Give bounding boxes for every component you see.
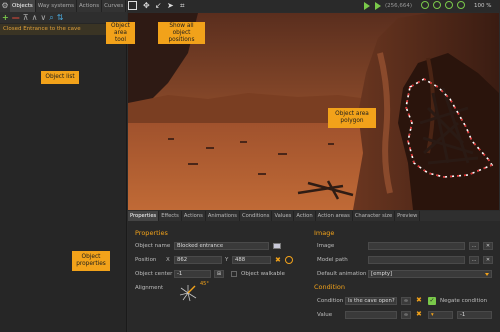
negate-label: Negate condition <box>440 298 488 304</box>
tab-preview[interactable]: Preview <box>395 211 421 221</box>
tab-effects[interactable]: Effects <box>159 211 182 221</box>
walkable-checkbox[interactable] <box>231 271 237 277</box>
tab-properties[interactable]: Properties <box>128 211 160 221</box>
properties-panel: Properties Object name Blocked entrance … <box>128 221 500 332</box>
left-tab-bar: ⚙ Objects Way systems Actions Curves <box>0 0 127 12</box>
y-label: Y <box>225 257 229 263</box>
tab-values[interactable]: Values <box>272 211 295 221</box>
sort-icon[interactable]: ⇅ <box>57 13 64 23</box>
chevron-down-icon: ▾ <box>431 312 434 318</box>
center-picker-icon[interactable]: ⊞ <box>214 270 224 278</box>
position-label: Position <box>135 257 157 263</box>
play-icon[interactable] <box>364 2 370 10</box>
x-label: X <box>166 257 170 263</box>
tab-conditions[interactable]: Conditions <box>240 211 273 221</box>
compare-operator-select[interactable]: ▾ <box>428 311 453 319</box>
zoom-in-icon[interactable] <box>421 1 429 9</box>
model-path-clear-button[interactable]: ✕ <box>483 256 493 264</box>
tab-objects[interactable]: Objects <box>10 0 36 12</box>
model-path-label: Model path <box>317 257 348 263</box>
tab-action[interactable]: Action <box>294 211 316 221</box>
alignment-angle: 45° <box>200 281 209 287</box>
condition-link-button[interactable]: ∞ <box>401 297 411 305</box>
property-tab-bar: Properties Effects Actions Animations Co… <box>128 211 500 221</box>
object-name-label: Object name <box>135 243 171 249</box>
object-center-field[interactable]: -1 <box>174 270 211 278</box>
walkable-label: Object walkable <box>241 271 285 277</box>
crop-icon[interactable]: ⌗ <box>180 0 185 12</box>
pointer-icon[interactable]: ➤ <box>167 0 174 12</box>
move-top-icon[interactable]: ⊼ <box>23 13 29 23</box>
default-animation-label: Default animation <box>317 271 367 277</box>
compare-value-field[interactable]: -1 <box>457 311 492 319</box>
alignment-label: Alignment <box>135 285 164 291</box>
default-animation-select[interactable]: [empty] <box>368 270 492 278</box>
callout-object-properties: Object properties <box>72 251 110 271</box>
properties-heading: Properties <box>135 229 168 237</box>
condition-heading: Condition <box>314 283 346 291</box>
zoom-level: 100 % <box>474 3 492 9</box>
play-selected-icon[interactable] <box>375 2 381 10</box>
image-browse-button[interactable]: ... <box>469 242 479 250</box>
object-area-tool-icon[interactable] <box>128 1 137 10</box>
object-name-field[interactable]: Blocked entrance <box>174 242 269 250</box>
position-y-field[interactable]: 488 <box>232 256 271 264</box>
clear-value-icon[interactable]: ✖ <box>416 310 422 318</box>
scene-toolbar: ✥ ↙ ➤ ⌗ (256,664) 100 % <box>127 0 500 12</box>
gear-icon[interactable]: ⚙ <box>0 0 10 12</box>
arrow-icon[interactable]: ↙ <box>155 0 162 12</box>
remove-icon[interactable]: — <box>12 13 20 23</box>
cursor-coordinates: (256,664) <box>385 3 413 9</box>
callout-object-area-polygon: Object area polygon <box>328 108 376 128</box>
clear-position-icon[interactable]: ✖ <box>275 256 281 264</box>
image-label: Image <box>317 243 335 249</box>
tab-actions[interactable]: Actions <box>182 211 206 221</box>
zoom-out-icon[interactable] <box>433 1 441 9</box>
tab-action-areas[interactable]: Action areas <box>316 211 353 221</box>
position-x-field[interactable]: 862 <box>174 256 222 264</box>
target-icon[interactable] <box>285 256 293 264</box>
object-center-label: Object center <box>135 271 173 277</box>
add-icon[interactable]: + <box>2 13 9 23</box>
move-down-icon[interactable]: ∨ <box>40 13 46 23</box>
tab-way-systems[interactable]: Way systems <box>36 0 77 12</box>
tab-actions[interactable]: Actions <box>77 0 103 12</box>
value-label: Value <box>317 312 333 318</box>
callout-object-list: Object list <box>41 71 79 84</box>
negate-checkbox[interactable]: ✓ <box>428 297 436 305</box>
value-field[interactable] <box>345 311 397 319</box>
search-icon[interactable]: ⌕ <box>49 13 53 23</box>
zoom-reset-icon[interactable] <box>457 1 465 9</box>
alignment-dial-icon[interactable] <box>178 283 200 303</box>
value-link-button[interactable]: ∞ <box>401 311 411 319</box>
move-up-icon[interactable]: ∧ <box>32 13 38 23</box>
callout-show-all-positions: Show all object positions <box>158 22 205 44</box>
model-path-field[interactable] <box>368 256 465 264</box>
flag-icon <box>273 243 281 249</box>
image-field[interactable] <box>368 242 465 250</box>
image-clear-button[interactable]: ✕ <box>483 242 493 250</box>
chevron-down-icon <box>485 273 489 276</box>
image-heading: Image <box>314 229 335 237</box>
default-animation-value: [empty] <box>371 271 393 277</box>
tab-curves[interactable]: Curves <box>102 0 127 12</box>
model-path-browse-button[interactable]: ... <box>469 256 479 264</box>
condition-field[interactable]: Is the cave open? <box>345 297 397 305</box>
tab-animations[interactable]: Animations <box>206 211 240 221</box>
tab-character-size[interactable]: Character size <box>353 211 396 221</box>
object-list-panel: ⚙ Objects Way systems Actions Curves + —… <box>0 0 127 332</box>
zoom-fit-icon[interactable] <box>445 1 453 9</box>
condition-label: Condition <box>317 298 344 304</box>
callout-object-area-tool: Object area tool <box>106 22 135 44</box>
clear-condition-icon[interactable]: ✖ <box>416 296 422 304</box>
move-icon[interactable]: ✥ <box>143 0 150 12</box>
compare-value: -1 <box>460 312 466 318</box>
